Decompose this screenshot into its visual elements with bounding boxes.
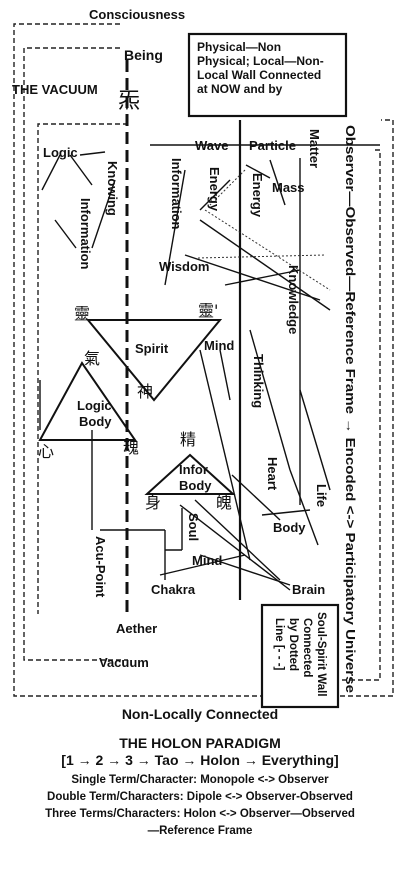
vacuum-label: Vacuum (99, 655, 149, 670)
xin-glyph: 心 (38, 442, 54, 461)
heart-label: Heart (265, 457, 280, 491)
information-center-label: Information (169, 158, 184, 230)
qi-glyph: 氣 (84, 349, 100, 368)
footer-line-1: Single Term/Character: Monopole <-> Obse… (71, 774, 329, 786)
knowledge-label: Knowledge (286, 265, 301, 334)
top-box-line-3: Local Wall Connected (197, 68, 322, 82)
mass-label: Mass (272, 180, 305, 195)
non-locally-connected: Non-Locally Connected (121, 706, 279, 722)
mind-upper-label: Mind (204, 338, 234, 353)
wisdom-label: Wisdom (159, 259, 209, 274)
top-box-line-4: at NOW and by (197, 82, 283, 96)
ling-right-glyph: 靈' (198, 301, 218, 320)
soul-label: Soul (186, 513, 201, 541)
brain-label: Brain (292, 582, 325, 597)
wave-label: Wave (195, 138, 228, 153)
chakra-label: Chakra (151, 582, 196, 597)
infor-body-label-2: Body (179, 478, 212, 493)
consciousness-label: Consciousness (89, 7, 185, 22)
acu-point-label: Acu-Point (93, 536, 108, 598)
connected-label: Connected (301, 618, 313, 677)
shen-glyph: 神 (137, 382, 153, 401)
top-box-text: Physical—Non Physical; Local—Non- Local … (197, 40, 343, 96)
po-glyph: 魄 (216, 493, 232, 512)
ling-left-glyph: 靈 (74, 304, 90, 323)
mind-lower-label: Mind (192, 553, 222, 568)
matter-label: Matter (307, 129, 322, 168)
by-dotted-label: by Dotted (287, 618, 299, 671)
footer-line-4: —Reference Frame (147, 825, 253, 837)
knowing-label: Knowing (105, 161, 120, 216)
jing-glyph: 精 (180, 430, 196, 449)
top-glyph: 炁 (118, 89, 140, 114)
infor-body-label-1: Infor (179, 462, 208, 477)
vacuum-title-label: THE VACUUM (12, 82, 98, 97)
line-dotted-label: Line [- - -] (273, 618, 285, 671)
hun-glyph: 魂 (123, 438, 139, 457)
particle-label: Particle (249, 138, 296, 153)
outer-dashed-frames (13, 23, 394, 697)
spirit-triangle (85, 319, 223, 402)
spirit-label: Spirit (135, 341, 169, 356)
energy-label-2: Energy (250, 173, 265, 218)
energy-label-1: Energy (207, 167, 222, 212)
footer-line-3: Three Terms/Characters: Holon <-> Observ… (45, 808, 355, 820)
logic-body-label-2: Body (79, 414, 112, 429)
holon-sequence: [1 → 2 → 3 → Tao → Holon → Everything] (61, 752, 339, 768)
life-label: Life (314, 484, 329, 507)
thinking-label: Thinking (251, 354, 266, 408)
logic-label: Logic (43, 145, 78, 160)
body-label: Body (273, 520, 306, 535)
observer-vertical-label: Observer—Observed—Reference Frame → Enco… (343, 125, 357, 693)
soul-spirit-wall-label: Soul-Spirit Wall (315, 612, 327, 697)
being-label: Being (124, 47, 163, 63)
footer-line-2: Double Term/Characters: Dipole <-> Obser… (47, 791, 353, 803)
top-box-line-1: Physical—Non (197, 40, 282, 54)
shen-body-glyph: 身 (145, 493, 161, 512)
top-box-line-2: Physical; Local—Non- (197, 54, 324, 68)
aether-label: Aether (116, 621, 157, 636)
holon-paradigm-title: THE HOLON PARADIGM (119, 735, 281, 751)
information-left-label: Information (78, 198, 93, 270)
logic-body-label-1: Logic (77, 398, 112, 413)
